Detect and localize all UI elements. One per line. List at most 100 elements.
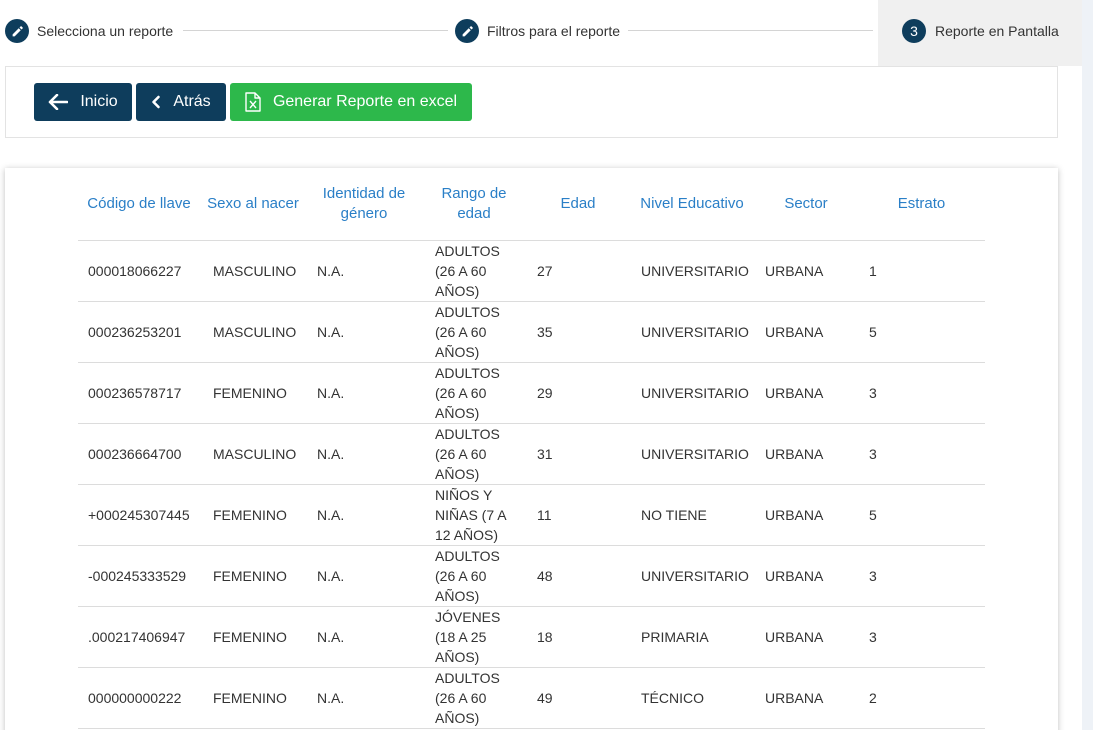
rango-text: ADULTOS (26 A 60 AÑOS) (435, 364, 500, 421)
table-row: 000236253201 MASCULINO N.A. ADULTOS (26 A 6… (78, 301, 985, 363)
estrato-cell: 5 (858, 301, 985, 363)
table-row: 000000000222 FEMENINO N.A. ADULTOS (26 A 60… (78, 667, 985, 729)
rango-text: ADULTOS (26 A 60 AÑOS) (435, 547, 500, 604)
nivel-cell: PRIMARIA (630, 606, 754, 668)
estrato-cell: 5 (858, 484, 985, 546)
nivel-cell: UNIVERSITARIO (630, 301, 754, 363)
rango-cell: ADULTOS (26 A 60 AÑOS) (422, 362, 526, 424)
sector-cell: URBANA (754, 240, 858, 302)
nivel-cell: TÉCNICO (630, 667, 754, 729)
edad-cell: 49 (526, 667, 630, 729)
identidad-cell: N.A. (306, 606, 422, 668)
identidad-cell: N.A. (306, 240, 422, 302)
rango-cell: ADULTOS (26 A 60 AÑOS) (422, 301, 526, 363)
codigo-cell: 000236664700 (78, 423, 200, 485)
rango-cell: ADULTOS (26 A 60 AÑOS) (422, 240, 526, 302)
generate-excel-button[interactable]: Generar Reporte en excel (230, 83, 472, 121)
estrato-cell: 1 (858, 240, 985, 302)
step-connector (628, 30, 873, 31)
edad-cell: 27 (526, 240, 630, 302)
excel-file-icon (245, 92, 261, 112)
codigo-cell: .000217406947 (78, 606, 200, 668)
excel-label: Generar Reporte en excel (272, 93, 458, 110)
rango-text: ADULTOS (26 A 60 AÑOS) (435, 425, 500, 482)
col-header-estrato[interactable]: Estrato (858, 168, 985, 241)
sexo-cell: MASCULINO (200, 301, 306, 363)
step-report-filters[interactable]: Filtros para el reporte (455, 0, 620, 62)
estrato-cell: 3 (858, 423, 985, 485)
sexo-cell: MASCULINO (200, 423, 306, 485)
rango-cell: NIÑOS Y NIÑAS (7 A 12 AÑOS) (422, 484, 526, 546)
step-select-report[interactable]: Selecciona un reporte (5, 0, 173, 62)
rango-cell: ADULTOS (26 A 60 AÑOS) (422, 423, 526, 485)
nivel-cell: UNIVERSITARIO (630, 423, 754, 485)
table-row: 000018066227 MASCULINO N.A. ADULTOS (26 A 6… (78, 240, 985, 302)
sexo-cell: FEMENINO (200, 667, 306, 729)
table-header-row: Código de llave Sexo al nacer Identidad … (78, 168, 985, 241)
col-header-rango[interactable]: Rango de edad (422, 168, 526, 241)
pencil-icon (5, 19, 29, 43)
col-header-nivel[interactable]: Nivel Educativo (630, 168, 754, 241)
sector-cell: URBANA (754, 545, 858, 607)
sector-cell: URBANA (754, 667, 858, 729)
arrow-left-icon (49, 94, 69, 110)
table-row: -000245333529 FEMENINO N.A. ADULTOS (26 A 6… (78, 545, 985, 607)
identidad-cell: N.A. (306, 423, 422, 485)
estrato-cell: 2 (858, 667, 985, 729)
sector-cell: URBANA (754, 362, 858, 424)
sector-cell: URBANA (754, 484, 858, 546)
col-header-identidad[interactable]: Identidad de género (306, 168, 422, 241)
codigo-cell: +000245307445 (78, 484, 200, 546)
codigo-cell: -000245333529 (78, 545, 200, 607)
col-header-edad[interactable]: Edad (526, 168, 630, 241)
sexo-cell: FEMENINO (200, 545, 306, 607)
edad-cell: 48 (526, 545, 630, 607)
step-number: 3 (902, 19, 926, 43)
nivel-cell: NO TIENE (630, 484, 754, 546)
rango-cell: JÓVENES (18 A 25 AÑOS) (422, 606, 526, 668)
col-header-sexo[interactable]: Sexo al nacer (200, 168, 306, 241)
edad-cell: 18 (526, 606, 630, 668)
toolbar: Inicio Atrás Generar Reporte en excel (5, 66, 1058, 138)
rango-cell: ADULTOS (26 A 60 AÑOS) (422, 667, 526, 729)
report-stepper: Selecciona un reporte Filtros para el re… (0, 0, 1082, 66)
sector-cell: URBANA (754, 423, 858, 485)
table-row: .000217406947 FEMENINO N.A. JÓVENES (18 A 2… (78, 606, 985, 668)
pencil-icon (455, 19, 479, 43)
table-row: +000245307445 FEMENINO N.A. NIÑOS Y NIÑAS (… (78, 484, 985, 546)
table-row: 000236578717 FEMENINO N.A. ADULTOS (26 A 60… (78, 362, 985, 424)
nivel-cell: UNIVERSITARIO (630, 362, 754, 424)
estrato-cell: 3 (858, 545, 985, 607)
report-table: Código de llave Sexo al nacer Identidad … (78, 168, 985, 729)
nivel-cell: UNIVERSITARIO (630, 545, 754, 607)
table-row: 000236664700 MASCULINO N.A. ADULTOS (26 A 6… (78, 423, 985, 485)
step-label: Selecciona un reporte (37, 23, 174, 39)
identidad-cell: N.A. (306, 301, 422, 363)
col-header-codigo[interactable]: Código de llave (78, 168, 200, 241)
rango-text: NIÑOS Y NIÑAS (7 A 12 AÑOS) (435, 486, 506, 543)
codigo-cell: 000000000222 (78, 667, 200, 729)
col-header-sector[interactable]: Sector (754, 168, 858, 241)
estrato-cell: 3 (858, 606, 985, 668)
estrato-cell: 3 (858, 362, 985, 424)
sector-cell: URBANA (754, 301, 858, 363)
edad-cell: 29 (526, 362, 630, 424)
edad-cell: 31 (526, 423, 630, 485)
identidad-cell: N.A. (306, 667, 422, 729)
codigo-cell: 000018066227 (78, 240, 200, 302)
codigo-cell: 000236253201 (78, 301, 200, 363)
inicio-button[interactable]: Inicio (34, 83, 132, 121)
step-screen-report[interactable]: 3 Reporte en Pantalla (902, 0, 1059, 62)
sexo-cell: MASCULINO (200, 240, 306, 302)
sexo-cell: FEMENINO (200, 484, 306, 546)
atras-label: Atrás (173, 93, 211, 110)
scrollbar-track[interactable] (1082, 0, 1093, 730)
rango-text: ADULTOS (26 A 60 AÑOS) (435, 303, 500, 360)
atras-button[interactable]: Atrás (136, 83, 226, 121)
edad-cell: 35 (526, 301, 630, 363)
report-card: Código de llave Sexo al nacer Identidad … (5, 168, 1058, 730)
sexo-cell: FEMENINO (200, 362, 306, 424)
step-connector (183, 30, 448, 31)
sector-cell: URBANA (754, 606, 858, 668)
identidad-cell: N.A. (306, 545, 422, 607)
